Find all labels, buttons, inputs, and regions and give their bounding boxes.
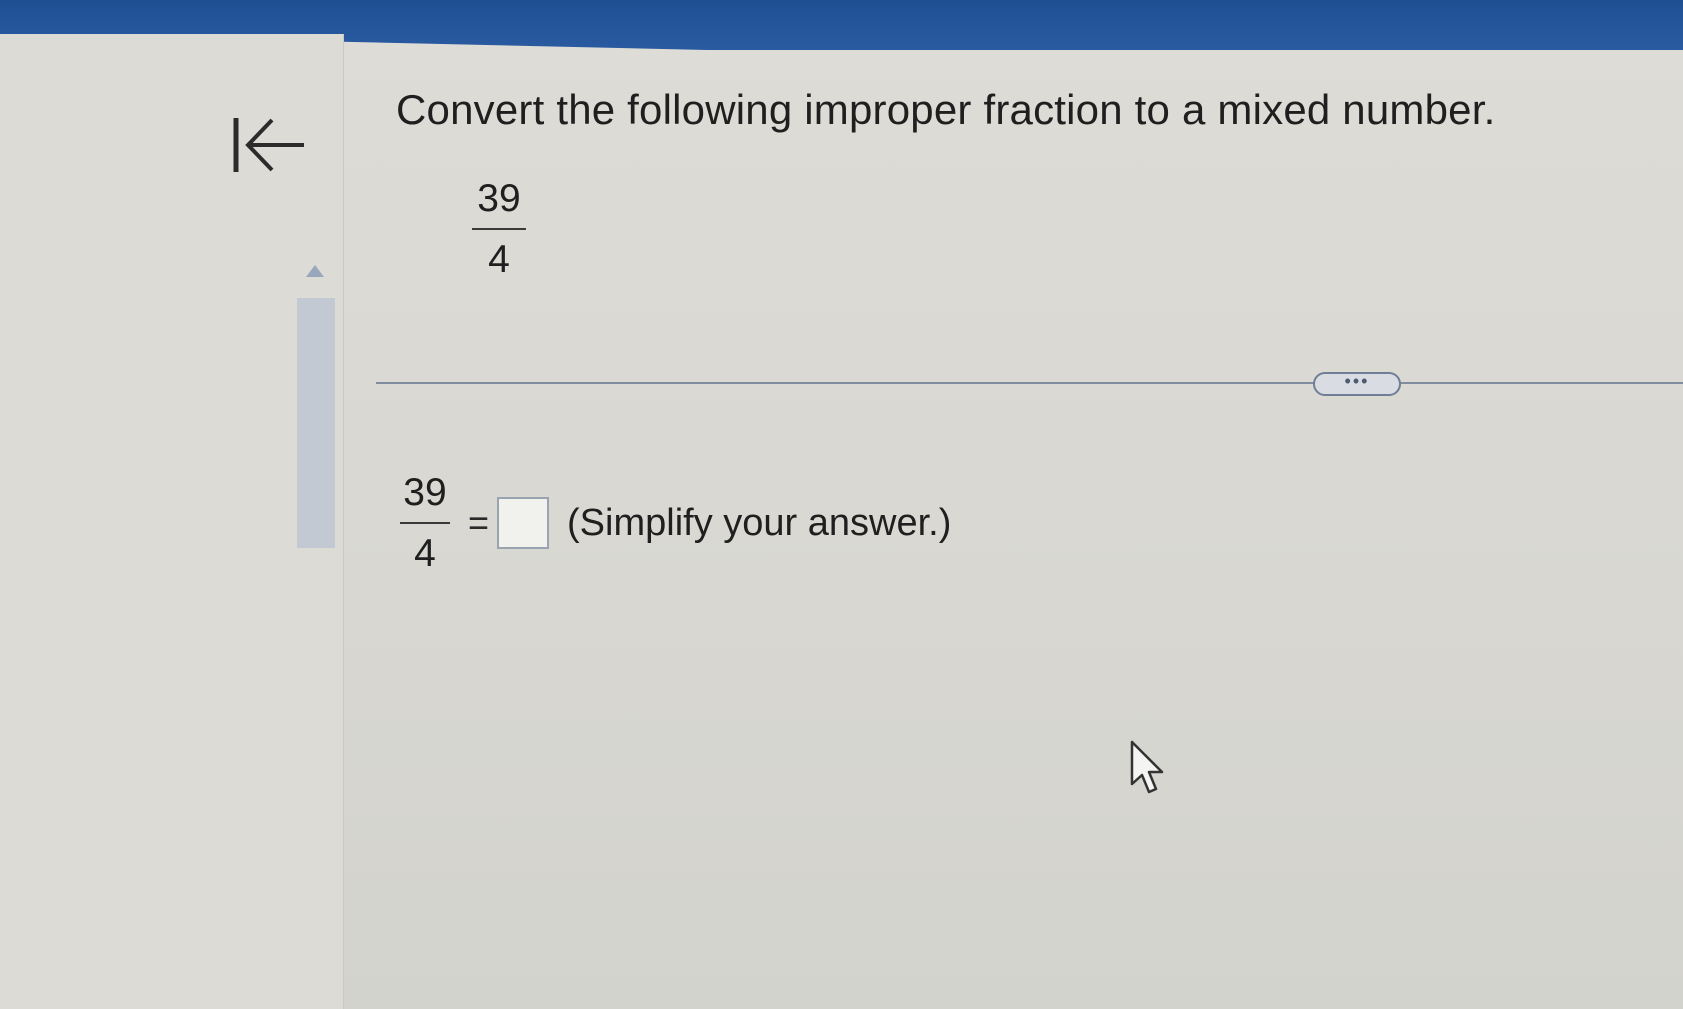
screen: Convert the following improper fraction …: [0, 0, 1683, 1009]
left-panel: [0, 34, 344, 1009]
equals-sign: =: [468, 502, 490, 543]
answer-input-box[interactable]: [497, 497, 550, 549]
fraction-bar: [472, 228, 526, 230]
back-to-start-icon: [233, 118, 304, 172]
more-options-label: •••: [1344, 371, 1370, 391]
answer-row: 39 4 = (Simplify your answer.): [400, 468, 951, 578]
back-to-start-button[interactable]: [228, 110, 310, 180]
question-prompt: Convert the following improper fraction …: [396, 86, 1496, 133]
section-divider: [376, 382, 1683, 384]
scroll-up-arrow-icon: [306, 265, 324, 277]
answer-denominator: 4: [414, 531, 436, 575]
simplify-hint: (Simplify your answer.): [567, 501, 952, 544]
scroll-up-button[interactable]: [303, 262, 327, 280]
given-denominator: 4: [488, 238, 510, 281]
given-fraction: 39 4: [472, 178, 526, 281]
answer-numerator: 39: [403, 470, 447, 514]
fraction-bar: [400, 521, 450, 524]
scrollbar-thumb[interactable]: [297, 298, 335, 548]
more-options-button[interactable]: •••: [1313, 372, 1401, 396]
given-numerator: 39: [477, 177, 521, 220]
mouse-pointer-icon: [1130, 740, 1164, 794]
answer-fraction: 39 4: [400, 470, 450, 575]
